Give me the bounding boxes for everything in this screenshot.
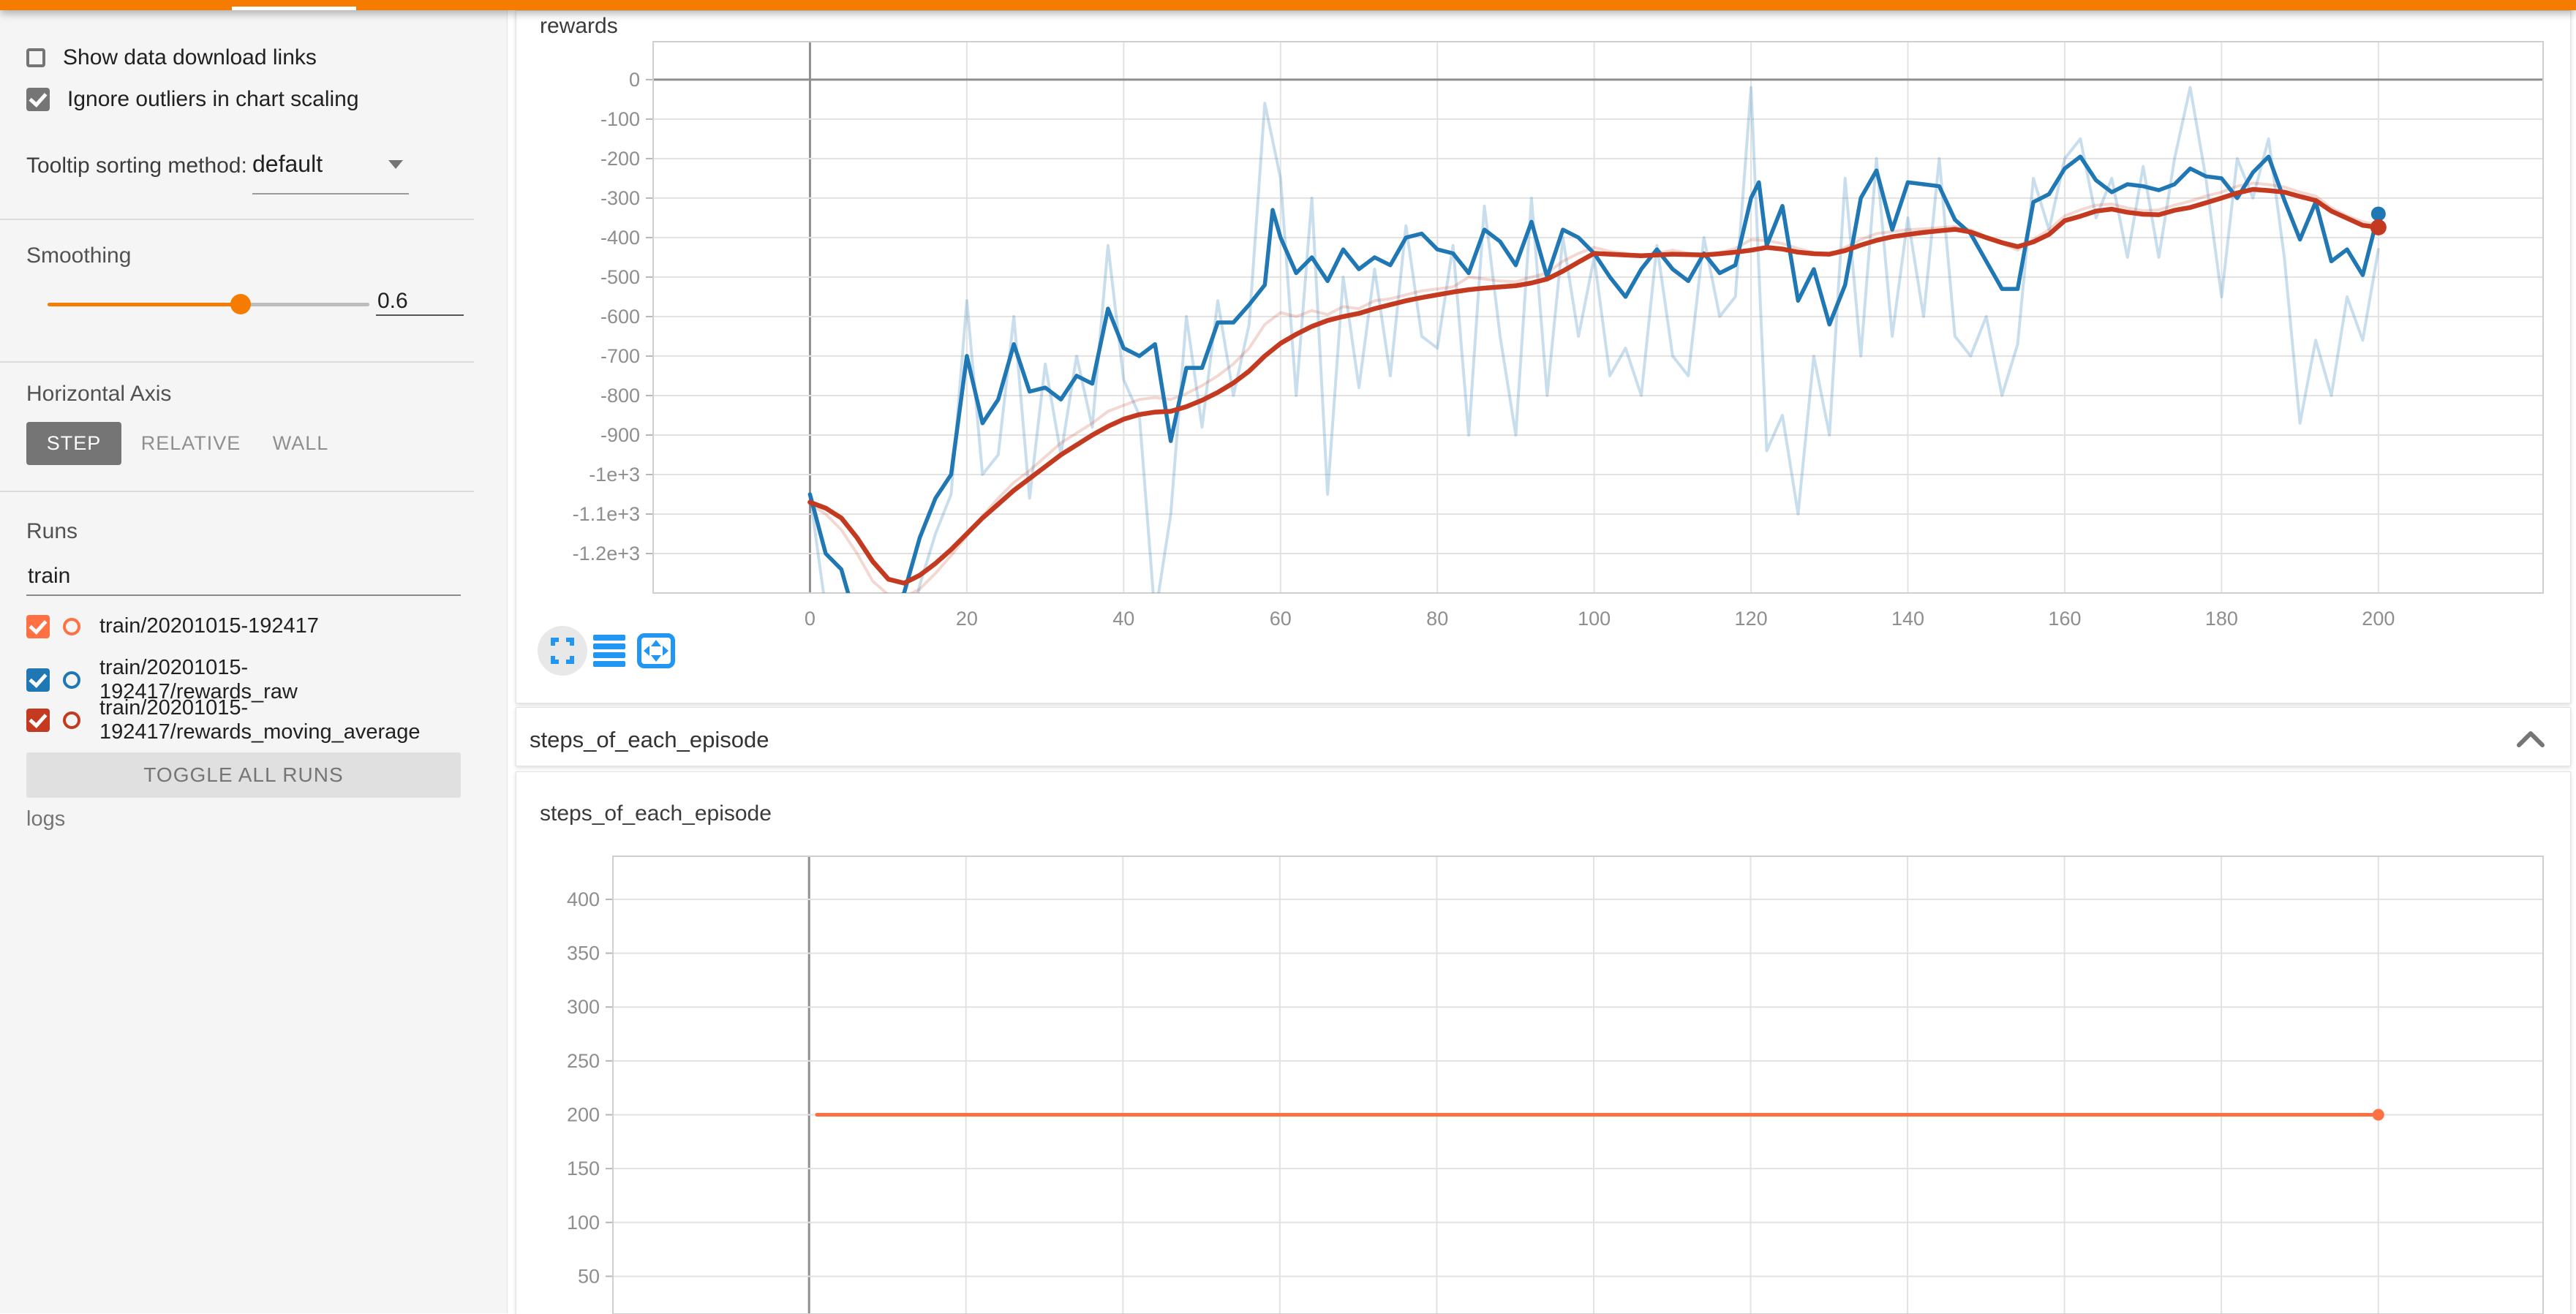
svg-text:-900: -900 <box>600 424 640 446</box>
checkbox-unchecked-icon[interactable] <box>26 48 45 67</box>
log-scale-icon[interactable] <box>593 635 625 667</box>
run-label: train/20201015-192417 <box>99 614 319 638</box>
select-underline <box>252 193 409 195</box>
divider <box>0 219 474 220</box>
checkbox-label: Ignore outliers in chart scaling <box>67 87 359 112</box>
expand-icon[interactable] <box>538 626 587 676</box>
svg-text:250: 250 <box>567 1050 600 1072</box>
checkbox-checked-icon[interactable] <box>26 88 50 111</box>
steps-chart[interactable]: 400 350 300 250 200 150 100 50 <box>516 772 2570 1314</box>
checkbox-label: Show data download links <box>63 45 317 70</box>
svg-text:300: 300 <box>567 996 600 1018</box>
section-title: steps_of_each_episode <box>530 727 769 753</box>
svg-text:120: 120 <box>1735 608 1768 630</box>
svg-text:180: 180 <box>2205 608 2238 630</box>
top-bar <box>0 0 2576 10</box>
svg-text:400: 400 <box>567 888 600 910</box>
smoothing-value-input[interactable] <box>376 288 464 316</box>
axis-relative-button[interactable]: RELATIVE <box>143 422 238 465</box>
svg-text:350: 350 <box>567 943 600 964</box>
run-checkbox-icon[interactable] <box>26 709 50 732</box>
svg-text:80: 80 <box>1426 608 1448 630</box>
svg-text:100: 100 <box>1578 608 1611 630</box>
svg-text:-1.2e+3: -1.2e+3 <box>573 543 640 565</box>
slider-fill <box>48 303 241 306</box>
svg-text:-1.1e+3: -1.1e+3 <box>573 503 640 525</box>
show-data-download-links-row[interactable]: Show data download links <box>26 45 317 70</box>
divider <box>0 491 474 492</box>
svg-text:-100: -100 <box>600 108 640 130</box>
svg-text:-400: -400 <box>600 227 640 249</box>
svg-text:20: 20 <box>956 608 978 630</box>
smoothing-label: Smoothing <box>26 243 131 268</box>
svg-text:-600: -600 <box>600 306 640 328</box>
svg-text:-300: -300 <box>600 187 640 209</box>
section-header[interactable]: steps_of_each_episode <box>516 707 2571 766</box>
axis-step-button[interactable]: STEP <box>26 422 121 465</box>
svg-text:-800: -800 <box>600 385 640 407</box>
svg-text:140: 140 <box>1891 608 1924 630</box>
run-label: train/20201015-192417/rewards_moving_ave… <box>99 696 414 744</box>
slider-knob[interactable] <box>230 294 251 314</box>
svg-text:150: 150 <box>567 1158 600 1179</box>
smoothing-slider[interactable] <box>48 303 369 306</box>
svg-text:-700: -700 <box>600 345 640 367</box>
svg-text:0: 0 <box>629 69 640 91</box>
svg-text:-1e+3: -1e+3 <box>589 464 640 486</box>
svg-text:-500: -500 <box>600 266 640 288</box>
svg-text:100: 100 <box>567 1212 600 1234</box>
fit-domain-icon[interactable] <box>639 635 673 666</box>
svg-text:50: 50 <box>578 1265 600 1287</box>
rewards-card: rewards 0204060801001201401601802000-100… <box>516 10 2571 703</box>
tooltip-sorting-label: Tooltip sorting method: <box>26 154 247 178</box>
run-isolator-radio-icon[interactable] <box>63 711 80 729</box>
runs-label: Runs <box>26 519 78 544</box>
rewards-chart[interactable]: 0 20 40 60 80 100 120 140 160 180 200 0 -100 -200 -300… <box>516 11 2570 703</box>
horizontal-axis-label: Horizontal Axis <box>26 382 171 407</box>
svg-text:0: 0 <box>805 608 816 630</box>
svg-text:-200: -200 <box>600 148 640 170</box>
run-isolator-radio-icon[interactable] <box>63 618 80 635</box>
chevron-up-icon[interactable] <box>2515 730 2547 749</box>
run-checkbox-icon[interactable] <box>26 615 50 638</box>
run-checkbox-icon[interactable] <box>26 668 50 692</box>
active-tab-indicator <box>232 7 356 10</box>
settings-sidebar: Show data download links Ignore outliers… <box>0 10 508 1313</box>
svg-text:160: 160 <box>2048 608 2081 630</box>
axis-wall-button[interactable]: WALL <box>260 422 341 465</box>
svg-text:60: 60 <box>1270 608 1292 630</box>
ignore-outliers-row[interactable]: Ignore outliers in chart scaling <box>26 87 359 112</box>
toggle-all-runs-button[interactable]: TOGGLE ALL RUNS <box>26 752 461 798</box>
tooltip-sorting-select[interactable]: default <box>252 151 409 178</box>
runs-filter-input[interactable] <box>26 563 461 596</box>
steps-card: steps_of_each_episode 400350300250200150… <box>516 771 2571 1314</box>
run-row[interactable]: train/20201015-192417 <box>26 614 319 638</box>
run-isolator-radio-icon[interactable] <box>63 671 80 689</box>
run-row[interactable]: train/20201015-192417/rewards_moving_ave… <box>26 696 414 744</box>
logs-footer-label: logs <box>26 807 65 831</box>
svg-text:40: 40 <box>1112 608 1134 630</box>
divider <box>0 361 474 363</box>
chart-toolbar <box>538 625 698 676</box>
svg-text:200: 200 <box>567 1104 600 1126</box>
tooltip-sorting-value: default <box>252 151 323 178</box>
chevron-down-icon <box>388 160 403 169</box>
svg-text:200: 200 <box>2362 608 2395 630</box>
